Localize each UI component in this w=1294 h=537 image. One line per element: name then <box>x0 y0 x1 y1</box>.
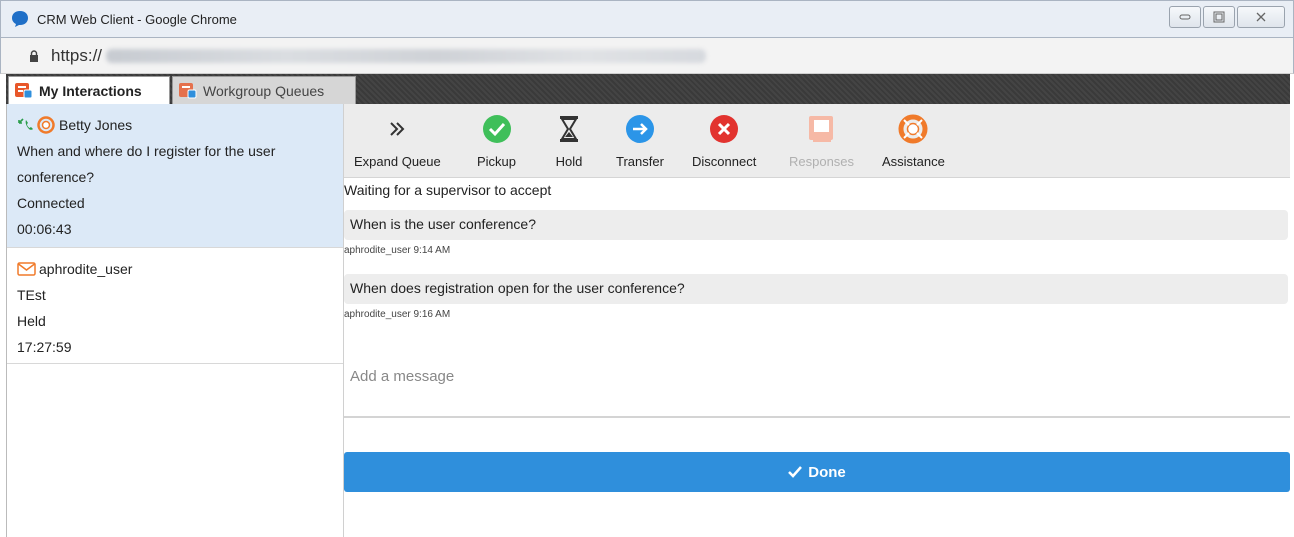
lock-icon <box>30 49 38 62</box>
minimize-icon <box>1179 14 1191 20</box>
address-bar[interactable]: https:// <box>0 38 1294 74</box>
chat-message: When is the user conference? <box>344 210 1288 240</box>
window-controls <box>1169 6 1285 28</box>
close-icon <box>1256 12 1266 22</box>
browser-title-bar: CRM Web Client - Google Chrome <box>0 0 1294 38</box>
tab-my-interactions[interactable]: My Interactions <box>8 76 170 104</box>
chat-message-text: When does registration open for the user… <box>350 280 685 296</box>
done-button[interactable]: Done <box>344 452 1290 492</box>
minimize-button[interactable] <box>1169 6 1201 28</box>
url-text: https:// <box>51 45 103 65</box>
interaction-header: aphrodite_user <box>17 256 333 282</box>
url-blurred <box>106 48 707 63</box>
interaction-header: Betty Jones <box>17 112 333 138</box>
interaction-item[interactable]: aphrodite_user TEst Held 17:27:59 <box>7 248 343 364</box>
chat-message-text: When is the user conference? <box>350 216 536 232</box>
expand-queue-label: Expand Queue <box>354 154 441 169</box>
tab-strip: My Interactions Workgroup Queues <box>6 74 1290 104</box>
disconnect-button[interactable]: Disconnect <box>692 114 756 169</box>
message-placeholder: Add a message <box>350 368 455 385</box>
tab-label: Workgroup Queues <box>203 82 325 99</box>
pickup-button[interactable]: Pickup <box>477 114 516 169</box>
assistance-label: Assistance <box>882 154 945 169</box>
waiting-status: Waiting for a supervisor to accept <box>344 182 552 198</box>
incoming-call-icon <box>18 118 33 130</box>
assistance-icon <box>37 116 55 134</box>
maximize-icon <box>1213 11 1225 23</box>
expand-queue-button[interactable]: Expand Queue <box>354 114 441 169</box>
done-label: Done <box>808 463 846 481</box>
responses-label: Responses <box>789 154 855 169</box>
interaction-item[interactable]: Betty Jones When and where do I register… <box>7 104 343 248</box>
interaction-status: Held <box>17 313 46 329</box>
interaction-duration: 00:06:43 <box>17 221 72 237</box>
hourglass-icon <box>560 116 578 142</box>
close-button[interactable] <box>1237 6 1285 28</box>
x-circle-icon <box>710 115 739 143</box>
interaction-subject: When and where do I register for the use… <box>17 143 276 159</box>
interaction-subject: TEst <box>17 287 46 303</box>
window-title: CRM Web Client - Google Chrome <box>37 11 237 27</box>
interactions-icon <box>15 82 33 98</box>
responses-button[interactable]: Responses <box>789 114 854 169</box>
tab-workgroup-queues[interactable]: Workgroup Queues <box>172 76 356 104</box>
action-toolbar: Expand Queue Pickup Hold Transfer Discon… <box>344 104 1290 178</box>
checkmark-icon <box>788 466 803 478</box>
transfer-button[interactable]: Transfer <box>616 114 664 169</box>
chat-message-meta: aphrodite_user 9:16 AM <box>344 309 451 320</box>
responses-icon <box>808 116 833 142</box>
interaction-detail: Expand Queue Pickup Hold Transfer Discon… <box>344 104 1290 537</box>
contact-name: Betty Jones <box>59 117 133 133</box>
disconnect-label: Disconnect <box>692 154 757 169</box>
interaction-list: Betty Jones When and where do I register… <box>6 104 344 537</box>
interaction-status: Connected <box>17 195 85 211</box>
chat-message: When does registration open for the user… <box>344 274 1288 304</box>
hold-button[interactable]: Hold <box>554 114 584 169</box>
hold-label: Hold <box>555 154 583 169</box>
interaction-subject-continued: conference? <box>17 169 95 185</box>
chat-message-meta: aphrodite_user 9:14 AM <box>344 245 451 256</box>
interaction-duration: 17:27:59 <box>17 339 72 355</box>
queues-icon <box>179 82 197 98</box>
pickup-label: Pickup <box>477 154 517 169</box>
email-icon <box>17 262 36 276</box>
transfer-label: Transfer <box>616 154 664 169</box>
tab-label: My Interactions <box>39 82 142 99</box>
maximize-button[interactable] <box>1203 6 1235 28</box>
checkmark-icon <box>482 115 511 143</box>
lifebuoy-icon <box>898 114 928 144</box>
chat-bubble-icon <box>12 11 28 27</box>
arrow-right-icon <box>625 115 654 143</box>
message-input[interactable]: Add a message <box>344 358 1290 418</box>
assistance-button[interactable]: Assistance <box>882 114 945 169</box>
contact-name: aphrodite_user <box>39 261 133 277</box>
double-chevron-right-icon <box>390 122 405 136</box>
